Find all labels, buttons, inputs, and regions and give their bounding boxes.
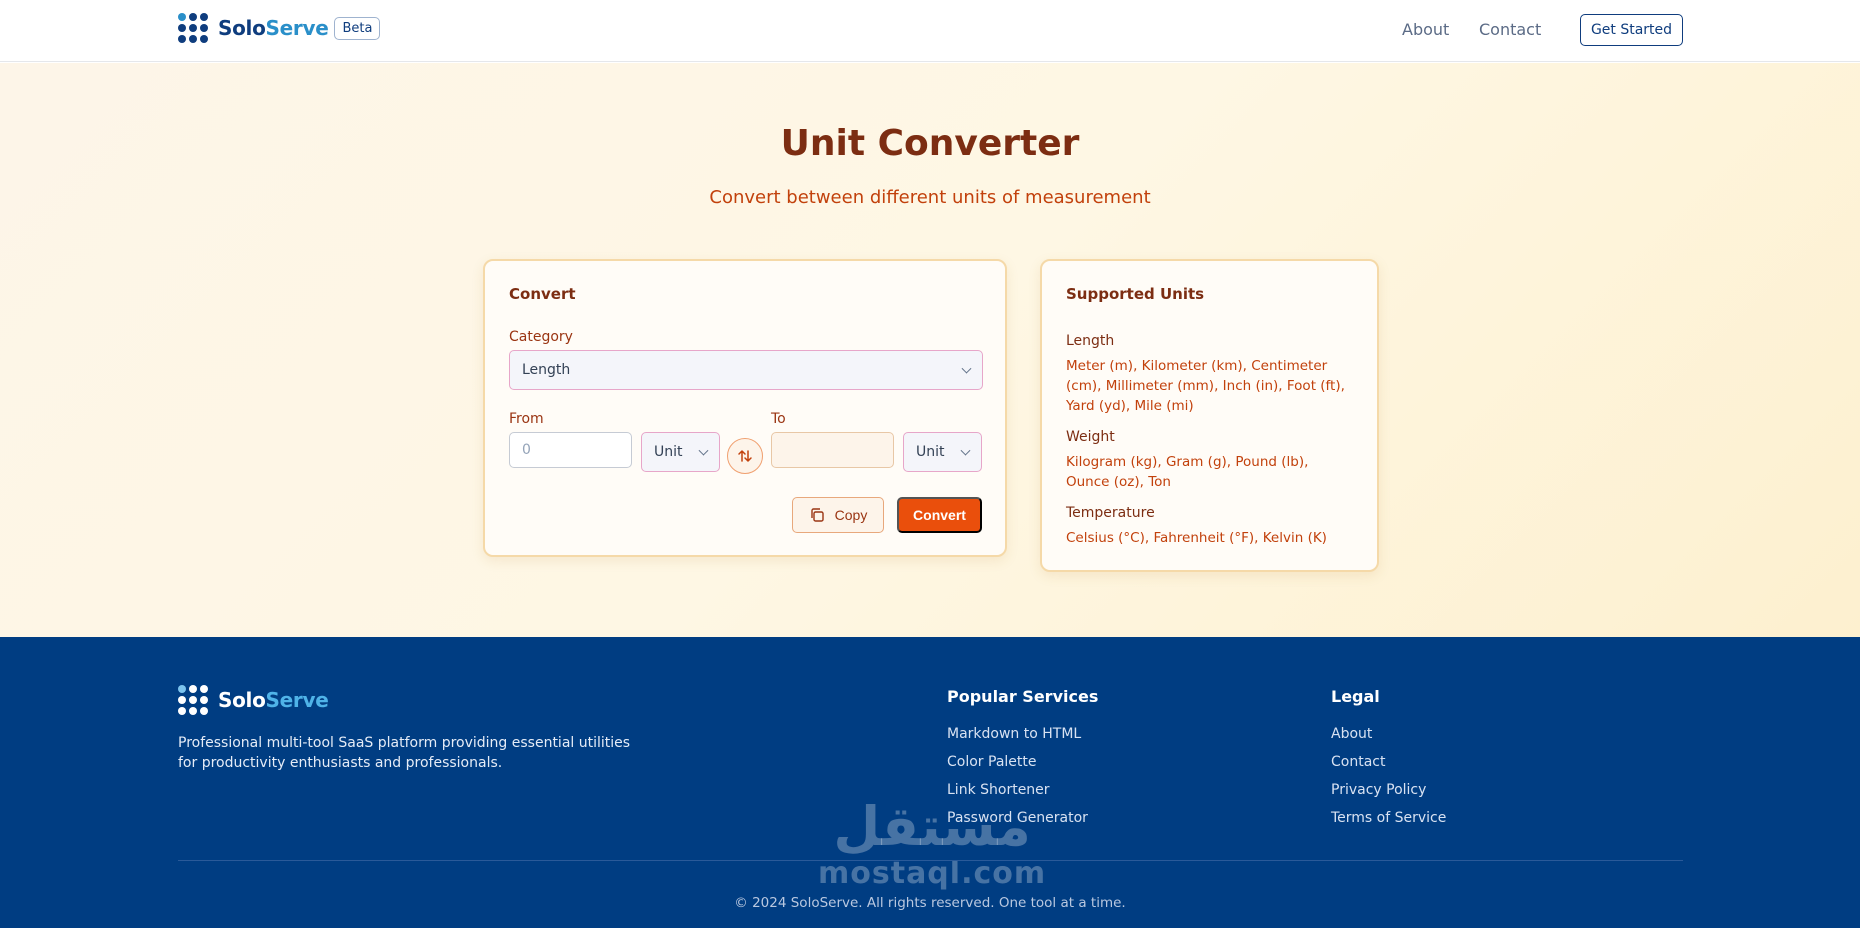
footer-link[interactable]: About xyxy=(1331,726,1372,742)
footer-description: Professional multi-tool SaaS platform pr… xyxy=(178,735,631,771)
from-label: From xyxy=(509,411,544,427)
beta-badge: Beta xyxy=(334,16,381,40)
to-unit-select[interactable]: Unit xyxy=(903,432,982,472)
watermark-url: mostaql.com xyxy=(818,856,1047,891)
footer: SoloServe Professional multi-tool SaaS p… xyxy=(0,637,1860,928)
footer-link[interactable]: Terms of Service xyxy=(1331,810,1446,826)
unit-group-title: Length xyxy=(1066,333,1115,349)
nav-about-link[interactable]: About xyxy=(1402,20,1449,39)
chevron-down-icon xyxy=(961,363,972,374)
footer-link[interactable]: Color Palette xyxy=(947,754,1037,770)
unit-group-list: Kilogram (kg), Gram (g), Pound (lb), Oun… xyxy=(1066,454,1309,490)
swap-icon xyxy=(738,450,752,462)
unit-group-list: Celsius (°C), Fahrenheit (°F), Kelvin (K… xyxy=(1066,530,1327,546)
chevron-down-icon xyxy=(960,445,971,456)
unit-group-title: Temperature xyxy=(1066,505,1155,521)
logo-dots-icon xyxy=(178,685,208,715)
convert-button[interactable]: Convert xyxy=(897,497,982,533)
hero-section: Unit Converter Convert between different… xyxy=(0,63,1860,637)
copy-button[interactable]: Copy xyxy=(792,497,884,533)
category-value: Length xyxy=(522,362,571,378)
unit-group-title: Weight xyxy=(1066,429,1115,445)
chevron-down-icon xyxy=(698,445,709,456)
logo[interactable]: SoloServe Beta xyxy=(178,13,381,43)
footer-logo[interactable]: SoloServe xyxy=(178,685,329,715)
swap-units-button[interactable] xyxy=(727,438,763,474)
get-started-button[interactable]: Get Started xyxy=(1580,14,1683,46)
footer-divider xyxy=(178,860,1683,861)
nav-contact-link[interactable]: Contact xyxy=(1479,20,1541,39)
footer-brand-name: SoloServe xyxy=(218,688,329,712)
from-unit-select[interactable]: Unit xyxy=(641,432,720,472)
from-input[interactable]: 0 xyxy=(509,432,632,468)
unit-group-list: Meter (m), Kilometer (km), Centimeter (c… xyxy=(1066,358,1345,414)
logo-dots-icon xyxy=(178,13,208,43)
footer-link[interactable]: Privacy Policy xyxy=(1331,782,1426,798)
footer-link[interactable]: Markdown to HTML xyxy=(947,726,1081,742)
converter-title: Convert xyxy=(509,285,576,303)
category-select[interactable]: Length xyxy=(509,350,983,390)
legal-title: Legal xyxy=(1331,687,1380,706)
copy-icon xyxy=(810,508,824,522)
watermark-arabic: مستقل xyxy=(833,795,1031,858)
from-unit-value: Unit xyxy=(654,444,683,460)
page-title: Unit Converter xyxy=(780,123,1080,164)
converter-card: Convert Category Length From 0 Unit To U… xyxy=(483,259,1007,557)
supported-units-card: Supported Units Length Meter (m), Kilome… xyxy=(1040,259,1379,572)
to-label: To xyxy=(771,411,786,427)
watermark: مستقل mostaql.com xyxy=(818,797,1046,891)
copyright-text: © 2024 SoloServe. All rights reserved. O… xyxy=(734,895,1126,911)
popular-services-title: Popular Services xyxy=(947,687,1099,706)
footer-link[interactable]: Contact xyxy=(1331,754,1385,770)
from-placeholder: 0 xyxy=(522,442,531,458)
top-header: SoloServe Beta About Contact Get Started xyxy=(0,0,1860,62)
category-label: Category xyxy=(509,329,573,345)
brand-name: SoloServe xyxy=(218,16,329,40)
page-subtitle: Convert between different units of measu… xyxy=(709,187,1151,208)
to-unit-value: Unit xyxy=(916,444,945,460)
supported-units-title: Supported Units xyxy=(1066,285,1205,303)
copy-label: Copy xyxy=(834,507,868,523)
to-output[interactable] xyxy=(771,432,894,468)
